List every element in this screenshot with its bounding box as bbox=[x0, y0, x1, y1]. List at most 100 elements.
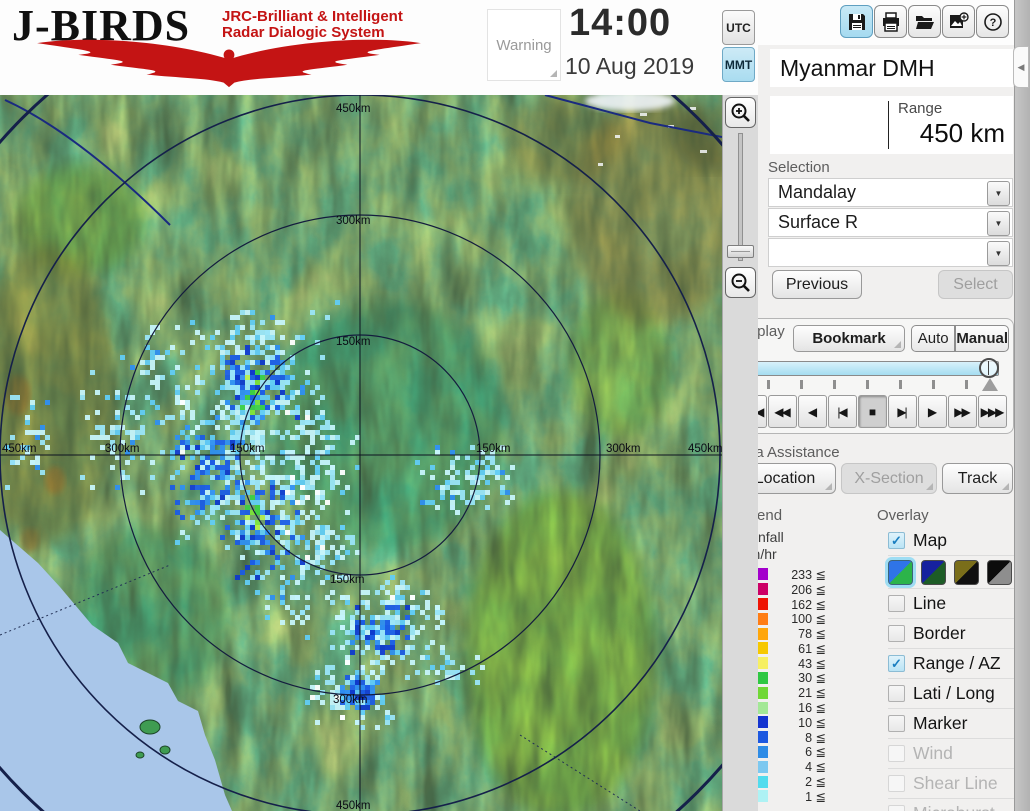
overlay-item-shear-line: Shear Line bbox=[888, 769, 1014, 799]
step-forward-button[interactable]: ▶| bbox=[888, 395, 917, 428]
checkbox bbox=[888, 775, 905, 792]
checkbox bbox=[888, 805, 905, 811]
track-button[interactable]: Track bbox=[942, 463, 1013, 494]
skip-to-end-button[interactable]: ▶▶▶ bbox=[978, 395, 1007, 428]
overlay-item-label: Map bbox=[913, 530, 948, 550]
station-dropdown[interactable]: Mandalay ▼ bbox=[768, 178, 1013, 207]
range-ring-label: 300km bbox=[105, 443, 140, 455]
open-folder-icon bbox=[915, 15, 934, 29]
replay-timeline-slider[interactable] bbox=[741, 358, 999, 378]
timeline-end-marker[interactable] bbox=[982, 378, 998, 391]
svg-text:?: ? bbox=[989, 17, 996, 29]
chevron-down-icon[interactable]: ▼ bbox=[987, 181, 1010, 206]
overlay-item-label: Shear Line bbox=[913, 773, 998, 793]
radar-map[interactable]: 450km 300km 150km 150km 300km 450km 450km 300km… bbox=[0, 95, 722, 811]
legend-threshold: 206 ≦ bbox=[791, 582, 826, 597]
legend-threshold: 8 ≦ bbox=[805, 730, 826, 745]
overlay-item-line[interactable]: Line bbox=[888, 589, 1014, 619]
overlay-item-map[interactable]: ✓ Map bbox=[888, 526, 1014, 556]
panel-collapse-tab[interactable]: ◀ bbox=[1013, 46, 1029, 88]
range-divider bbox=[888, 101, 889, 149]
legend-threshold: 16 ≦ bbox=[798, 701, 826, 716]
checkbox[interactable] bbox=[888, 685, 905, 702]
panel-edge-strip bbox=[1014, 0, 1030, 811]
fast-rewind-button[interactable]: ◀◀ bbox=[768, 395, 797, 428]
overlay-item-label: Lati / Long bbox=[913, 683, 995, 703]
timezone-mmt-button[interactable]: MMT bbox=[722, 47, 755, 82]
add-image-button[interactable] bbox=[942, 5, 975, 38]
timeline-tick bbox=[932, 380, 935, 389]
legend-threshold: 1 ≦ bbox=[805, 789, 826, 804]
checkbox[interactable]: ✓ bbox=[888, 532, 905, 549]
select-button[interactable]: Select bbox=[938, 270, 1013, 299]
overlay-item-border[interactable]: Border bbox=[888, 619, 1014, 649]
x-section-button[interactable]: X-Section bbox=[841, 463, 937, 494]
overlay-item-label: Marker bbox=[913, 713, 968, 733]
map-zoom-slider[interactable] bbox=[738, 133, 743, 261]
option-dropdown[interactable]: ▼ bbox=[768, 238, 1013, 267]
play-reverse-button[interactable]: ◀ bbox=[798, 395, 827, 428]
range-box: Range 450 km bbox=[770, 96, 1013, 154]
replay-slider-handle[interactable] bbox=[979, 358, 999, 378]
open-folder-button[interactable] bbox=[908, 5, 941, 38]
overlay-item-wind: Wind bbox=[888, 739, 1014, 769]
map-style-black-gray[interactable] bbox=[987, 559, 1012, 585]
eagle-logo-icon bbox=[37, 39, 421, 88]
range-label: Range bbox=[898, 100, 943, 117]
timezone-utc-button[interactable]: UTC bbox=[722, 10, 755, 45]
chevron-down-icon[interactable]: ▼ bbox=[987, 241, 1010, 266]
bookmark-button[interactable]: Bookmark bbox=[793, 325, 905, 352]
manual-mode-button[interactable]: Manual bbox=[955, 325, 1009, 352]
range-ring-label: 300km bbox=[606, 443, 641, 455]
print-icon bbox=[882, 11, 899, 32]
bookmark-label: Bookmark bbox=[812, 330, 886, 347]
legend-threshold: 21 ≦ bbox=[798, 686, 826, 701]
stop-button[interactable]: ■ bbox=[858, 395, 887, 428]
checkbox[interactable] bbox=[888, 715, 905, 732]
map-style-navy-darkgreen[interactable] bbox=[921, 559, 946, 585]
location-label: Location bbox=[754, 469, 816, 487]
warning-resize-grip[interactable] bbox=[550, 70, 557, 77]
save-button[interactable] bbox=[840, 5, 873, 38]
overlay-item-lati-long[interactable]: Lati / Long bbox=[888, 679, 1014, 709]
zoom-out-button[interactable] bbox=[725, 267, 756, 298]
warning-button[interactable]: Warning bbox=[487, 9, 561, 81]
zoom-in-button[interactable] bbox=[725, 97, 756, 128]
overlay-item-marker[interactable]: Marker bbox=[888, 709, 1014, 739]
map-style-row bbox=[888, 556, 1014, 589]
map-zoom-slider-thumb[interactable] bbox=[727, 245, 754, 258]
product-dropdown[interactable]: Surface R ▼ bbox=[768, 208, 1013, 237]
checkbox[interactable] bbox=[888, 595, 905, 612]
range-ring-label: 450km bbox=[688, 443, 722, 455]
checkbox[interactable] bbox=[888, 625, 905, 642]
overlay-list: ✓ Map Line Border ✓ Range / AZ Lati / Long Mark… bbox=[888, 526, 1014, 811]
legend-threshold: 10 ≦ bbox=[798, 715, 826, 730]
location-menu-grip bbox=[825, 483, 832, 490]
map-style-blue-green[interactable] bbox=[888, 559, 913, 585]
range-ring-label: 450km bbox=[2, 443, 37, 455]
range-ring-label: 150km bbox=[230, 443, 265, 455]
toolbar: ? bbox=[758, 0, 1014, 46]
range-ring-label: 150km bbox=[336, 336, 371, 348]
replay-section: Replay Bookmark Auto Manual ◀◀◀◀◀◀|◀■▶|▶… bbox=[732, 318, 1014, 434]
bookmark-menu-grip bbox=[894, 341, 901, 348]
range-ring-label: 300km bbox=[333, 694, 368, 706]
auto-mode-button[interactable]: Auto bbox=[911, 325, 956, 352]
zoom-in-icon bbox=[731, 103, 750, 122]
step-back-button[interactable]: |◀ bbox=[828, 395, 857, 428]
overlay-item-label: Line bbox=[913, 593, 947, 613]
previous-button[interactable]: Previous bbox=[772, 270, 862, 299]
help-button[interactable]: ? bbox=[976, 5, 1009, 38]
fast-forward-button[interactable]: ▶▶ bbox=[948, 395, 977, 428]
clock-time: 14:00 bbox=[569, 2, 672, 44]
map-style-olive-black[interactable] bbox=[954, 559, 979, 585]
overlay-item-range-az[interactable]: ✓ Range / AZ bbox=[888, 649, 1014, 679]
checkbox[interactable]: ✓ bbox=[888, 655, 905, 672]
print-button[interactable] bbox=[874, 5, 907, 38]
range-ring-label: 150km bbox=[476, 443, 511, 455]
legend-threshold: 4 ≦ bbox=[805, 760, 826, 775]
overlay-item-microburst: Microburst bbox=[888, 799, 1014, 811]
play-button[interactable]: ▶ bbox=[918, 395, 947, 428]
playback-controls: ◀◀◀◀◀◀|◀■▶|▶▶▶▶▶▶ bbox=[738, 395, 1007, 428]
chevron-down-icon[interactable]: ▼ bbox=[987, 211, 1010, 236]
